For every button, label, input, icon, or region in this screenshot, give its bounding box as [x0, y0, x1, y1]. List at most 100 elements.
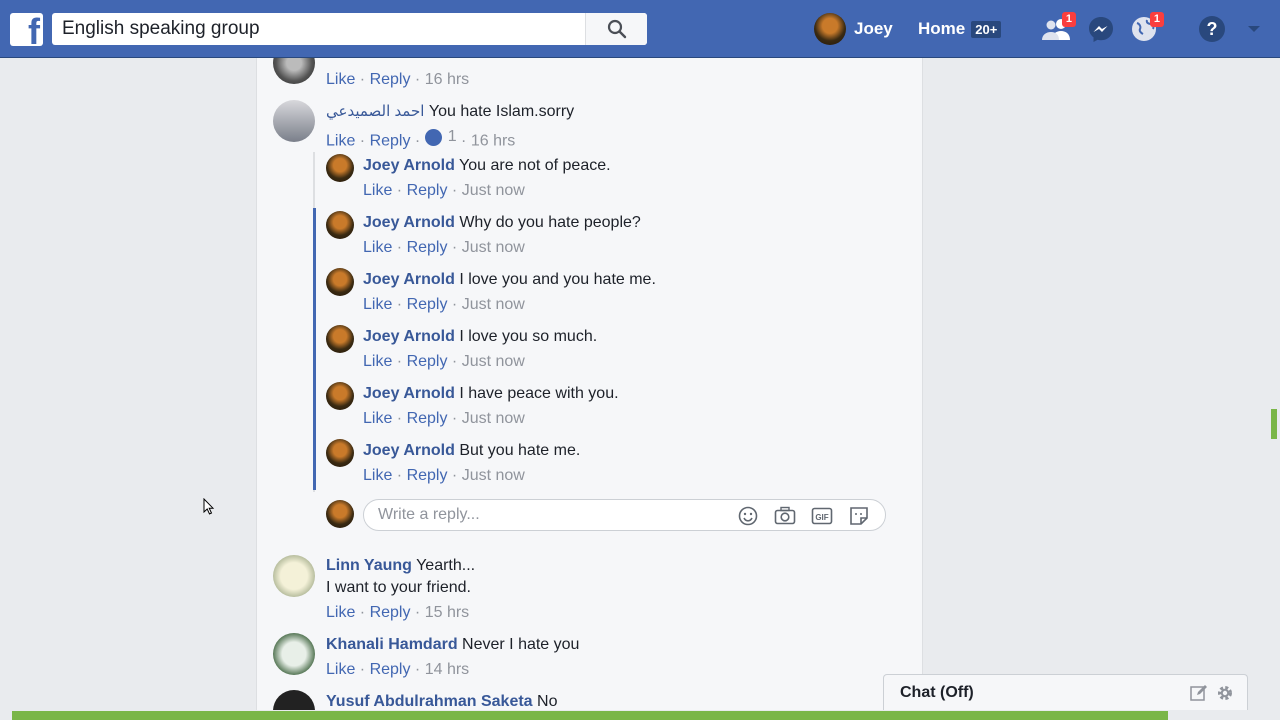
scrollbar-thumb[interactable]: [1271, 409, 1277, 439]
reply-avatar[interactable]: [326, 211, 354, 239]
reply-link[interactable]: Reply: [370, 71, 411, 88]
search-input[interactable]: [52, 13, 587, 45]
reaction-count[interactable]: 1: [424, 127, 457, 147]
commenter-avatar[interactable]: [273, 100, 315, 142]
sticker-button[interactable]: [847, 504, 871, 528]
reply-thread-highlight: [313, 208, 316, 490]
reply-time[interactable]: Just now: [462, 239, 525, 256]
comment-time[interactable]: 14 hrs: [425, 661, 469, 678]
svg-text:?: ?: [1207, 19, 1218, 39]
reply-time[interactable]: Just now: [462, 353, 525, 370]
like-link[interactable]: Like: [326, 661, 355, 678]
reply-text: I have peace with you.: [459, 385, 619, 402]
reply-link[interactable]: Reply: [407, 410, 448, 427]
reply-avatar[interactable]: [326, 439, 354, 467]
friend-requests-button[interactable]: 1: [1040, 12, 1076, 44]
home-count-badge: 20+: [971, 20, 1002, 38]
comment-time[interactable]: 16 hrs: [425, 71, 469, 88]
comment-author[interactable]: Linn Yaung: [326, 557, 412, 574]
comment-time[interactable]: 16 hrs: [471, 133, 515, 150]
like-link[interactable]: Like: [363, 410, 392, 427]
reply-avatar[interactable]: [326, 325, 354, 353]
commenter-avatar[interactable]: [273, 58, 315, 84]
chat-status-label: Chat (Off): [900, 684, 974, 701]
home-link[interactable]: Home 20+: [918, 19, 1002, 39]
notifications-button[interactable]: 1: [1128, 12, 1164, 44]
reply-link[interactable]: Reply: [407, 182, 448, 199]
reply-time[interactable]: Just now: [462, 296, 525, 313]
caret-down-icon: [1248, 26, 1260, 32]
new-message-icon[interactable]: [1190, 684, 1208, 702]
reply-author[interactable]: Joey Arnold: [363, 271, 455, 288]
reply-time[interactable]: Just now: [462, 182, 525, 199]
like-link[interactable]: Like: [363, 353, 392, 370]
account-menu-button[interactable]: [1238, 14, 1270, 44]
commenter-avatar[interactable]: [273, 633, 315, 675]
reply-link[interactable]: Reply: [370, 661, 411, 678]
search-button[interactable]: [585, 13, 647, 45]
reply-text: Why do you hate people?: [459, 214, 641, 231]
mouse-cursor-icon: [203, 498, 215, 515]
reply-text: But you hate me.: [459, 442, 581, 459]
like-link[interactable]: Like: [363, 239, 392, 256]
comment-author[interactable]: Khanali Hamdard: [326, 636, 458, 653]
reply-input[interactable]: [378, 500, 718, 530]
like-link[interactable]: Like: [326, 71, 355, 88]
gear-icon[interactable]: [1216, 684, 1234, 702]
user-avatar: [814, 13, 846, 45]
sticker-icon: [850, 507, 868, 525]
horizontal-scrollbar-thumb[interactable]: [12, 711, 1168, 720]
search-icon: [607, 19, 626, 39]
comments-section: Like · Reply · 16 hrs احمد الصميدعي You …: [256, 58, 923, 710]
commenter-avatar[interactable]: [273, 690, 315, 710]
like-link[interactable]: Like: [326, 604, 355, 621]
reply-text: You are not of peace.: [459, 157, 611, 174]
like-link[interactable]: Like: [326, 133, 355, 150]
reply-avatar[interactable]: [326, 268, 354, 296]
reply-link[interactable]: Reply: [407, 239, 448, 256]
gif-button[interactable]: GIF: [810, 504, 834, 528]
help-button[interactable]: ?: [1196, 14, 1228, 44]
right-column: [923, 58, 1280, 710]
reply-link[interactable]: Reply: [407, 296, 448, 313]
photo-button[interactable]: [773, 504, 797, 528]
reply-time[interactable]: Just now: [462, 467, 525, 484]
comment-author[interactable]: احمد الصميدعي: [326, 103, 424, 120]
reply-link[interactable]: Reply: [407, 467, 448, 484]
reply-author[interactable]: Joey Arnold: [363, 328, 455, 345]
reply-author[interactable]: Joey Arnold: [363, 385, 455, 402]
gif-icon: GIF: [811, 507, 833, 525]
comment-actions: Like · Reply · 16 hrs: [326, 71, 470, 88]
comment-time[interactable]: 15 hrs: [425, 604, 469, 621]
reply-author[interactable]: Joey Arnold: [363, 157, 455, 174]
comment-author[interactable]: Yusuf Abdulrahman Saketa: [326, 693, 533, 710]
emoji-button[interactable]: [736, 504, 760, 528]
comment-text: You hate Islam.sorry: [428, 103, 575, 120]
messenger-icon: [1089, 17, 1113, 42]
like-link[interactable]: Like: [363, 182, 392, 199]
profile-link[interactable]: Joey: [814, 13, 893, 45]
commenter-avatar[interactable]: [273, 555, 315, 597]
messenger-button[interactable]: [1085, 14, 1117, 44]
comment-text: No: [537, 693, 558, 710]
reply-link[interactable]: Reply: [407, 353, 448, 370]
vertical-scrollbar[interactable]: [1268, 58, 1280, 710]
horizontal-scrollbar[interactable]: [0, 710, 1280, 720]
reply-author[interactable]: Joey Arnold: [363, 214, 455, 231]
help-icon: ?: [1199, 16, 1225, 42]
chat-bar[interactable]: Chat (Off): [883, 674, 1248, 710]
reply-link[interactable]: Reply: [370, 133, 411, 150]
user-name: Joey: [854, 19, 893, 38]
reply-time[interactable]: Just now: [462, 410, 525, 427]
notifications-badge: 1: [1149, 12, 1164, 27]
reply-avatar[interactable]: [326, 382, 354, 410]
comment-text-line2: I want to your friend.: [326, 579, 471, 596]
reply-avatar[interactable]: [326, 154, 354, 182]
reply-author[interactable]: Joey Arnold: [363, 442, 455, 459]
reply-link[interactable]: Reply: [370, 604, 411, 621]
facebook-logo-icon[interactable]: f: [10, 13, 43, 46]
like-link[interactable]: Like: [363, 467, 392, 484]
like-link[interactable]: Like: [363, 296, 392, 313]
emoji-icon: [738, 506, 758, 526]
thumbs-up-icon: [424, 128, 442, 146]
